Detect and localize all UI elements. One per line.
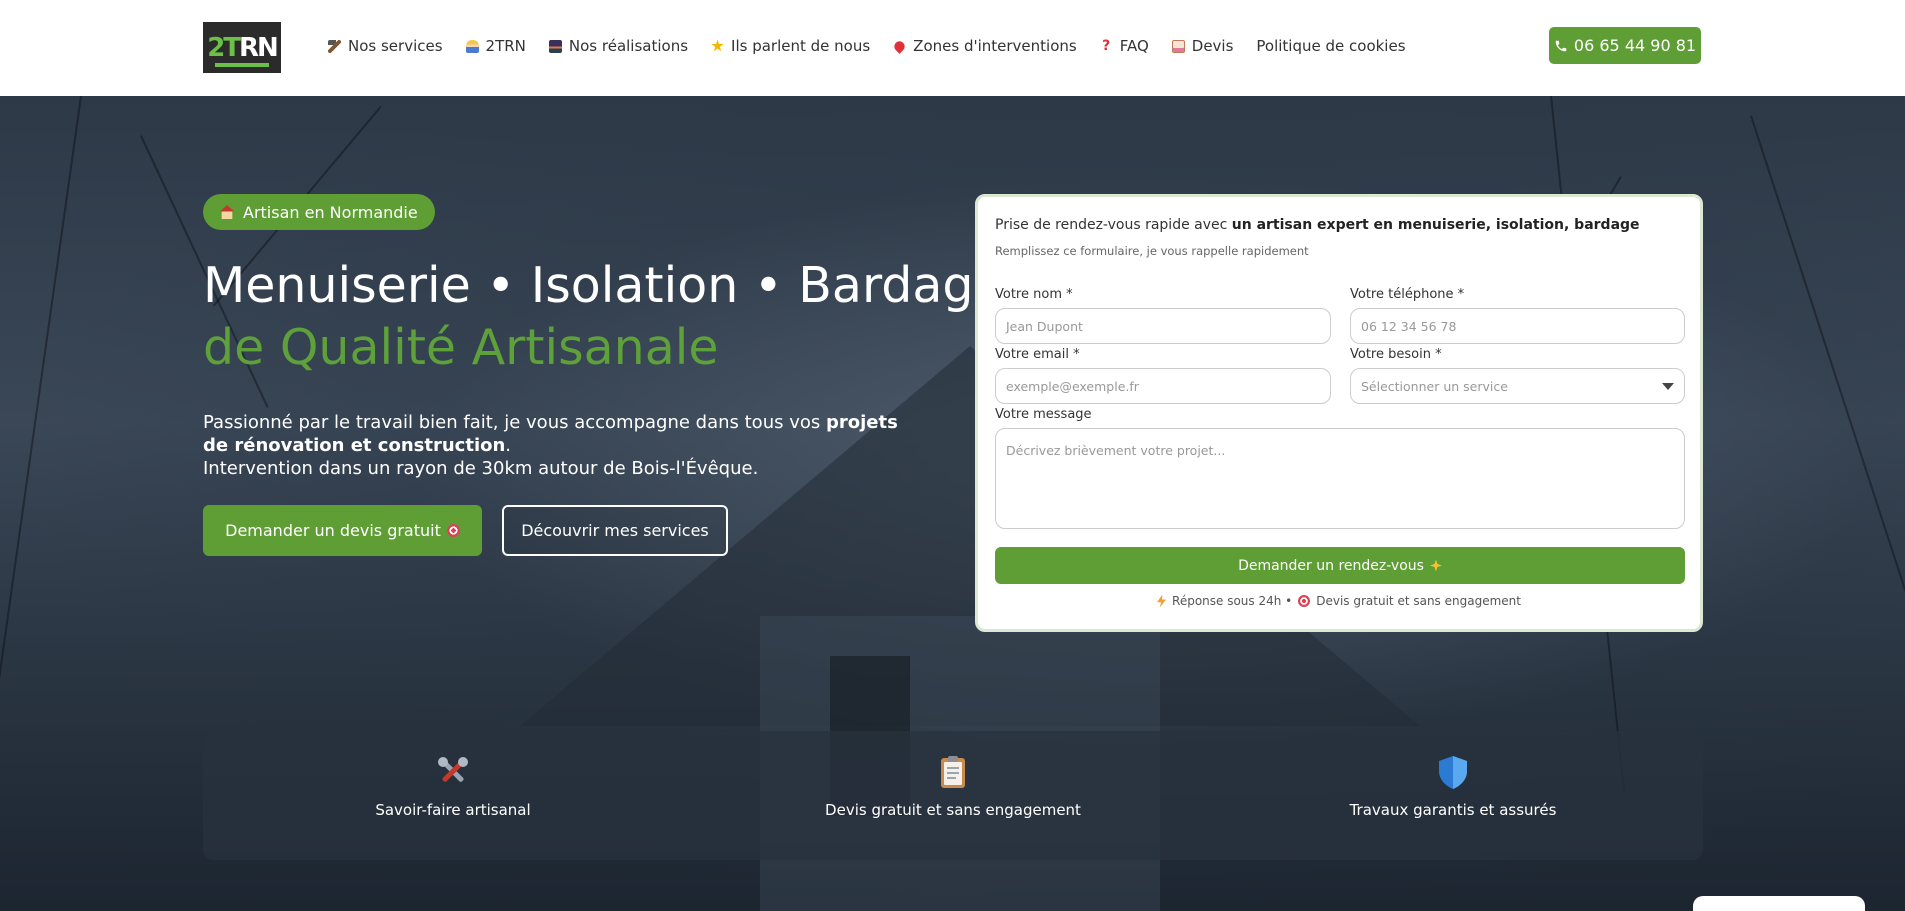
shield-icon — [1434, 753, 1472, 791]
service-select[interactable]: Sélectionner un service — [1350, 368, 1685, 404]
message-label: Votre message — [995, 407, 1092, 422]
pin-icon — [892, 38, 908, 54]
nav-label: 2TRN — [485, 37, 526, 55]
hero-title: Menuiserie • Isolation • Bardage — [203, 257, 1004, 314]
nav-item-services[interactable]: Nos services — [328, 37, 443, 55]
nav-label: Politique de cookies — [1256, 37, 1406, 55]
email-field[interactable]: exemple@exemple.fr — [995, 368, 1331, 404]
form-intro: Prise de rendez-vous rapide avec un arti… — [995, 217, 1640, 233]
bottom-corner-widget[interactable] — [1693, 896, 1865, 911]
target-icon — [446, 524, 460, 537]
hero-subtitle: de Qualité Artisanale — [203, 319, 719, 376]
sparkle-icon — [1429, 559, 1442, 572]
nav-item-testimonials[interactable]: Ils parlent de nous — [711, 37, 870, 55]
feature-item: Savoir-faire artisanal — [203, 731, 703, 860]
hero-description: Passionné par le travail bien fait, je v… — [203, 412, 898, 479]
name-field[interactable]: Jean Dupont — [995, 308, 1331, 344]
discover-services-button[interactable]: Découvrir mes services — [502, 505, 728, 556]
photo-icon — [548, 39, 562, 53]
logo-text: 2TRN — [207, 33, 279, 67]
nav-label: Zones d'interventions — [913, 37, 1077, 55]
region-badge: Artisan en Normandie — [203, 194, 435, 230]
site-header: 2TRN Nos services 2TRN Nos réalisations … — [0, 0, 1905, 96]
nav-item-realisations[interactable]: Nos réalisations — [548, 37, 689, 55]
features-bar: Savoir-faire artisanal Devis gratuit et … — [203, 731, 1703, 860]
nav-item-zones[interactable]: Zones d'interventions — [892, 37, 1077, 55]
message-field[interactable]: Décrivez brièvement votre projet... — [995, 428, 1685, 529]
memo-icon — [1171, 39, 1185, 53]
nav-item-2trn[interactable]: 2TRN — [465, 37, 526, 55]
main-nav: Nos services 2TRN Nos réalisations Ils p… — [328, 37, 1429, 55]
request-quote-button[interactable]: Demander un devis gratuit — [203, 505, 482, 556]
target-icon — [1298, 595, 1311, 607]
nav-item-cookies[interactable]: Politique de cookies — [1256, 37, 1405, 55]
lightning-icon — [1157, 594, 1167, 608]
hammer-icon — [328, 39, 341, 53]
tools-icon — [434, 753, 472, 791]
nav-label: FAQ — [1119, 37, 1149, 55]
feature-item: Devis gratuit et sans engagement — [703, 731, 1203, 860]
nav-label: Devis — [1191, 37, 1234, 55]
logo[interactable]: 2TRN — [203, 22, 281, 73]
house-icon — [220, 205, 234, 219]
nav-item-devis[interactable]: Devis — [1171, 37, 1234, 55]
phone-label: Votre téléphone * — [1350, 287, 1465, 302]
nav-label: Ils parlent de nous — [731, 37, 871, 55]
submit-appointment-button[interactable]: Demander un rendez-vous — [995, 547, 1685, 584]
nav-label: Nos réalisations — [568, 37, 689, 55]
phone-number: 06 65 44 90 81 — [1573, 36, 1697, 55]
form-footer-note: Réponse sous 24h • Devis gratuit et sans… — [978, 594, 1700, 608]
phone-field[interactable]: 06 12 34 56 78 — [1350, 308, 1685, 344]
feature-item: Travaux garantis et assurés — [1203, 731, 1703, 860]
form-subtitle: Remplissez ce formulaire, je vous rappel… — [995, 244, 1309, 258]
appointment-form: Prise de rendez-vous rapide avec un arti… — [975, 194, 1703, 632]
worker-icon — [465, 39, 479, 53]
email-label: Votre email * — [995, 347, 1080, 362]
phone-button[interactable]: 06 65 44 90 81 — [1549, 27, 1701, 64]
chevron-down-icon — [1662, 383, 1674, 390]
nav-label: Nos services — [348, 37, 443, 55]
star-icon — [711, 39, 724, 52]
need-label: Votre besoin * — [1350, 347, 1442, 362]
question-icon: ? — [1102, 37, 1111, 54]
nav-item-faq[interactable]: ? FAQ — [1100, 37, 1149, 55]
clipboard-icon — [934, 753, 972, 791]
name-label: Votre nom * — [995, 287, 1073, 302]
phone-icon — [1554, 39, 1568, 53]
